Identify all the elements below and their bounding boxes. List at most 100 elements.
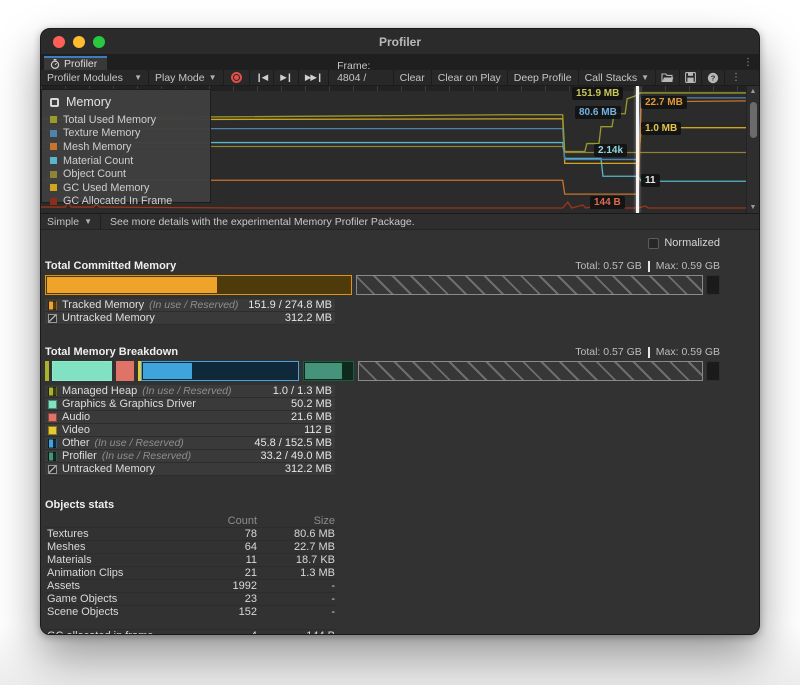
memory-legend-item[interactable]: Object Count [50, 167, 202, 181]
object-count-value: 78 [201, 528, 257, 540]
profiler-window: Profiler Profiler ⋮ Profiler Modules▼ Pl… [40, 28, 760, 635]
chart-value-badge: 1.0 MB [641, 122, 681, 135]
committed-memory-bar [45, 275, 720, 295]
object-count-value: 152 [201, 606, 257, 618]
legend-row-label: Other [62, 437, 90, 449]
legend-row-value: 151.9 / 274.8 MB [248, 299, 332, 311]
bar-segment-cap [706, 361, 720, 381]
normalized-checkbox[interactable] [648, 238, 659, 249]
play-mode-dropdown[interactable]: Play Mode▼ [149, 70, 224, 85]
committed-section-header: Total Committed Memory Total: 0.57 GB Ma… [45, 259, 720, 273]
chart-value-badge: 151.9 MB [572, 87, 623, 100]
object-size-value: 1.3 MB [257, 567, 335, 579]
chevron-down-icon: ▼ [84, 217, 92, 226]
toolbar-overflow-menu-icon[interactable]: ⋮ [725, 70, 747, 85]
bar-segment-cap [706, 275, 720, 295]
floppy-disk-icon [685, 72, 696, 83]
legend-item-label: Material Count [63, 155, 133, 167]
memory-legend-item[interactable]: Texture Memory [50, 127, 202, 141]
bar-segment-box [45, 275, 352, 295]
zoom-button[interactable] [93, 36, 105, 48]
bar-segment-fill [143, 363, 192, 379]
record-icon [231, 72, 242, 83]
object-type-label: Game Objects [47, 593, 201, 605]
duo-swatch-icon [48, 301, 57, 310]
chart-value-badge: 80.6 MB [575, 106, 621, 119]
legend-color-swatch [50, 116, 57, 123]
memory-legend-item[interactable]: Total Used Memory [50, 113, 202, 127]
legend-row-value: 112 B [304, 424, 332, 436]
scrollbar-thumb[interactable] [750, 102, 757, 138]
chart-vertical-scrollbar[interactable]: ▲ ▼ [746, 86, 759, 213]
memory-legend-row: Untracked Memory312.2 MB [45, 312, 335, 325]
legend-row-label: Audio [62, 411, 90, 423]
object-size-value: 80.6 MB [257, 528, 335, 540]
legend-item-label: Total Used Memory [63, 114, 156, 126]
tab-profiler[interactable]: Profiler [44, 56, 107, 70]
objects-stats-table: Count Size Textures7880.6 MBMeshes6422.7… [45, 514, 337, 635]
memory-legend-row: Managed Heap(In use / Reserved)1.0 / 1.3… [45, 385, 335, 398]
object-size-value: - [257, 593, 335, 605]
memory-legend-row: Video112 B [45, 424, 335, 437]
current-frame-button[interactable]: ▶▶❙ [299, 70, 329, 85]
view-mode-dropdown[interactable]: Simple▼ [41, 214, 101, 229]
clear-button[interactable]: Clear [394, 70, 432, 85]
bar-segment-box [45, 361, 49, 381]
selected-frame-playhead[interactable] [636, 86, 639, 213]
normalized-row: Normalized [45, 236, 720, 250]
legend-item-label: GC Used Memory [63, 182, 149, 194]
legend-color-swatch [50, 171, 57, 178]
bar-segment-fill [47, 277, 217, 293]
title-bar[interactable]: Profiler [41, 29, 759, 55]
load-profile-button[interactable] [656, 70, 680, 85]
prev-frame-button[interactable]: ❙◀ [250, 70, 275, 85]
chart-value-badge: 144 B [590, 196, 625, 209]
duo-swatch-icon [48, 387, 57, 396]
frame-counter: Frame: 4804 / 5100 [329, 70, 394, 85]
solid-swatch-icon [48, 413, 57, 422]
legend-item-label: Texture Memory [63, 127, 140, 139]
last-frame-icon: ▶▶❙ [305, 72, 322, 83]
legend-row-value: 312.2 MB [285, 312, 332, 324]
breakdown-total: Total: 0.57 GB [575, 346, 642, 358]
clear-on-play-button[interactable]: Clear on Play [432, 70, 508, 85]
memory-legend-item[interactable]: Mesh Memory [50, 140, 202, 154]
save-profile-button[interactable] [680, 70, 702, 85]
solid-swatch-icon [48, 426, 57, 435]
next-frame-button[interactable]: ▶❙ [274, 70, 299, 85]
profiler-modules-dropdown[interactable]: Profiler Modules▼ [41, 70, 149, 85]
close-button[interactable] [53, 36, 65, 48]
deep-profile-button[interactable]: Deep Profile [508, 70, 579, 85]
next-frame-icon: ▶❙ [280, 72, 292, 83]
memory-chart-area: 151.9 MB22.7 MB80.6 MB1.0 MB2.14k11144 B… [41, 86, 759, 214]
call-stacks-dropdown[interactable]: Call Stacks▼ [579, 70, 656, 85]
memory-legend-item[interactable]: GC Used Memory [50, 181, 202, 195]
memory-profiler-package-message: See more details with the experimental M… [101, 214, 424, 229]
minimize-button[interactable] [73, 36, 85, 48]
memory-legend-row: Audio21.6 MB [45, 411, 335, 424]
help-button[interactable]: ? [702, 70, 725, 85]
record-button[interactable] [224, 70, 250, 85]
breakdown-legend-table: Managed Heap(In use / Reserved)1.0 / 1.3… [45, 385, 335, 476]
object-size-value: 18.7 KB [257, 554, 335, 566]
bar-segment-box [303, 361, 354, 381]
legend-row-label: Graphics & Graphics Driver [62, 398, 196, 410]
memory-legend-item[interactable]: Material Count [50, 154, 202, 168]
memory-details-pane: Normalized Total Committed Memory Total:… [41, 230, 759, 634]
hatch-swatch-icon [48, 314, 57, 323]
object-type-label: Meshes [47, 541, 201, 553]
scroll-up-icon[interactable]: ▲ [747, 88, 759, 95]
tab-bar: Profiler ⋮ [41, 55, 759, 70]
folder-open-icon [661, 72, 674, 83]
memory-chart-plot[interactable]: 151.9 MB22.7 MB80.6 MB1.0 MB2.14k11144 B… [41, 86, 746, 213]
column-count: Count [201, 515, 257, 527]
legend-row-sublabel: (In use / Reserved) [142, 385, 231, 397]
memory-legend-item[interactable]: GC Allocated In Frame [50, 195, 202, 209]
tab-profiler-label: Profiler [64, 58, 97, 70]
solid-swatch-icon [48, 400, 57, 409]
object-size-value: 22.7 MB [257, 541, 335, 553]
tab-overflow-menu-icon[interactable]: ⋮ [743, 56, 753, 70]
legend-row-label: Tracked Memory [62, 299, 144, 311]
memory-module-header[interactable]: Memory [50, 95, 202, 109]
scroll-down-icon[interactable]: ▼ [747, 204, 759, 211]
